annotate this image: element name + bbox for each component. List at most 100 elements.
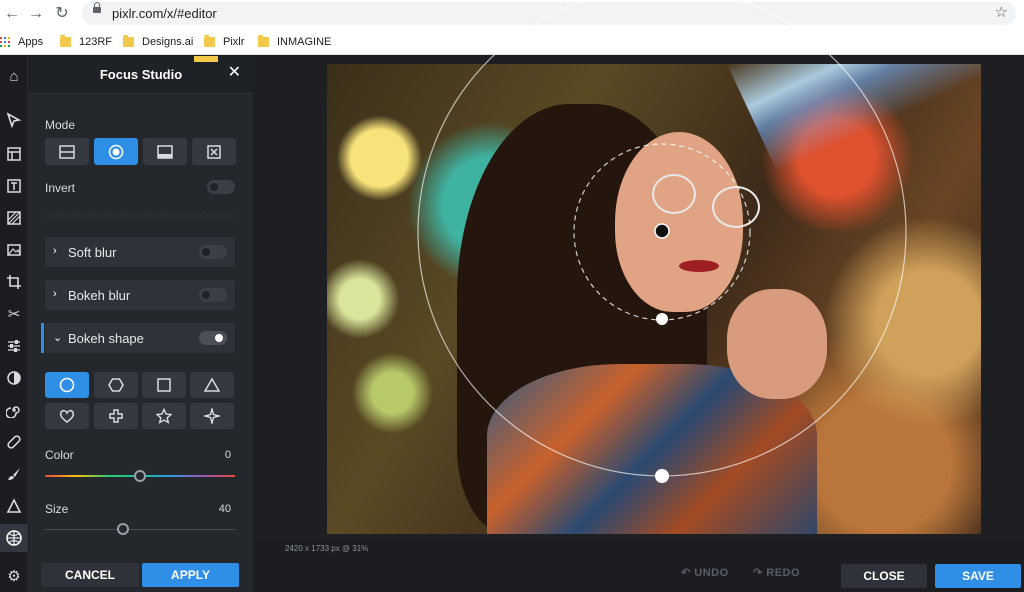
lock-icon	[93, 2, 101, 13]
photo-glasses-left	[652, 174, 696, 214]
neon-light	[727, 64, 981, 173]
shape-circle-button[interactable]	[45, 372, 89, 398]
home-icon[interactable]: ⌂	[0, 62, 28, 90]
settings-gear-icon[interactable]: ⚙	[0, 562, 28, 590]
focus-tool-icon[interactable]	[0, 524, 28, 552]
bookmarks-bar: Apps 123RF Designs.ai Pixlr INMAGINE	[0, 28, 1024, 55]
liquify-tool-icon[interactable]	[0, 396, 28, 424]
shape-triangle-button[interactable]	[190, 372, 234, 398]
url-text: pixlr.com/x/#editor	[112, 6, 217, 21]
size-value: 40	[218, 503, 231, 515]
active-tab-indicator	[194, 56, 218, 62]
bookmark-label: 123RF	[79, 36, 113, 48]
cancel-button[interactable]: CANCEL	[41, 563, 139, 587]
filter-tool-icon[interactable]	[0, 364, 28, 392]
redo-button[interactable]: ↷ REDO	[753, 566, 800, 579]
bookmark-inmagine[interactable]: INMAGINE	[258, 34, 331, 50]
undo-icon: ↶	[681, 567, 691, 579]
forward-icon[interactable]: →	[26, 4, 46, 24]
layout-tool-icon[interactable]	[0, 140, 28, 168]
shape-heart-button[interactable]	[45, 403, 89, 429]
bottom-action-bar: ↶ UNDO ↷ REDO CLOSE SAVE	[253, 558, 1024, 592]
soft-blur-section[interactable]: › Soft blur	[45, 237, 235, 267]
panel-header: Focus Studio ✕	[29, 56, 253, 94]
crop-tool-icon[interactable]	[0, 268, 28, 296]
size-label: Size	[45, 502, 69, 516]
folder-icon	[60, 35, 71, 47]
bokeh-blur-toggle[interactable]	[199, 288, 227, 302]
apps-grid-icon	[0, 37, 10, 47]
shape-square-button[interactable]	[142, 372, 186, 398]
back-icon[interactable]: ←	[2, 4, 22, 24]
redo-label: REDO	[766, 567, 801, 579]
mode-bottom-button[interactable]	[143, 138, 187, 165]
image-info: 2420 x 1733 px @ 31%	[285, 544, 369, 553]
mode-label: Mode	[45, 118, 76, 132]
photo-glasses-right	[712, 186, 760, 228]
bokeh-blur-section[interactable]: › Bokeh blur	[45, 280, 235, 310]
shape-hexagon-button[interactable]	[94, 372, 138, 398]
bookmark-label: INMAGINE	[277, 36, 332, 48]
close-button[interactable]: CLOSE	[841, 564, 927, 588]
bookmark-123rf[interactable]: 123RF	[60, 34, 112, 50]
save-button[interactable]: SAVE	[935, 564, 1021, 588]
folder-icon	[123, 35, 134, 47]
browser-top-bar: ← → ↻ pixlr.com/x/#editor ☆	[0, 0, 1024, 28]
chevron-down-icon: ⌄	[53, 332, 63, 344]
bookmark-star-icon[interactable]: ☆	[995, 3, 1008, 21]
invert-toggle[interactable]	[207, 180, 235, 194]
mode-radial-button[interactable]	[94, 138, 138, 165]
folder-icon	[204, 35, 215, 47]
text-tool-icon[interactable]	[0, 172, 28, 200]
invert-label: Invert	[45, 181, 76, 195]
undo-label: UNDO	[694, 567, 729, 579]
adjust-tool-icon[interactable]	[0, 332, 28, 360]
size-slider-track[interactable]	[45, 529, 235, 530]
bokeh-shape-label: Bokeh shape	[68, 331, 144, 346]
shape-tool-icon[interactable]	[0, 492, 28, 520]
soft-blur-toggle[interactable]	[199, 245, 227, 259]
color-slider-handle[interactable]	[134, 470, 146, 482]
divider	[45, 211, 235, 219]
bookmark-label: Pixlr	[223, 36, 245, 48]
color-label: Color	[45, 448, 74, 462]
bookmark-pixlr[interactable]: Pixlr	[204, 34, 244, 50]
focus-studio-panel: Focus Studio ✕ Mode Invert › Soft blur ›…	[29, 56, 253, 592]
bookmark-designs-ai[interactable]: Designs.ai	[123, 34, 193, 50]
shape-cross-button[interactable]	[94, 403, 138, 429]
reload-icon[interactable]: ↻	[52, 4, 72, 24]
color-value: 0	[224, 449, 231, 461]
heal-tool-icon[interactable]	[0, 428, 28, 456]
mode-none-button[interactable]	[192, 138, 236, 165]
shape-sparkle-button[interactable]	[190, 403, 234, 429]
mode-linear-button[interactable]	[45, 138, 89, 165]
photo-lips	[679, 260, 719, 272]
brush-tool-icon[interactable]	[0, 460, 28, 488]
bokeh-shape-toggle[interactable]	[199, 331, 227, 345]
chevron-right-icon: ›	[53, 245, 57, 257]
size-slider-handle[interactable]	[117, 523, 129, 535]
panel-title: Focus Studio	[99, 67, 183, 82]
address-bar[interactable]: pixlr.com/x/#editor ☆	[82, 2, 1016, 25]
bookmark-label: Designs.ai	[142, 36, 194, 48]
bokeh-shape-section[interactable]: ⌄ Bokeh shape	[45, 323, 235, 353]
photo-hand	[727, 289, 827, 399]
bookmark-label: Apps	[18, 36, 44, 48]
tool-sidebar: ⌂ ✂ ⚙	[0, 56, 28, 592]
redo-icon: ↷	[753, 567, 763, 579]
status-bar: 2420 x 1733 px @ 31%	[253, 540, 1024, 558]
arrange-tool-icon[interactable]	[0, 106, 28, 134]
soft-blur-label: Soft blur	[68, 245, 117, 260]
bokeh-blur-label: Bokeh blur	[68, 288, 131, 303]
active-section-indicator	[41, 323, 44, 353]
cutout-tool-icon[interactable]: ✂	[0, 300, 28, 328]
shape-star-button[interactable]	[142, 403, 186, 429]
close-icon[interactable]: ✕	[228, 65, 241, 81]
pattern-tool-icon[interactable]	[0, 204, 28, 232]
apply-button[interactable]: APPLY	[142, 563, 239, 587]
image-tool-icon[interactable]	[0, 236, 28, 264]
undo-button[interactable]: ↶ UNDO	[681, 566, 729, 579]
photo-canvas[interactable]	[327, 64, 981, 534]
chevron-right-icon: ›	[53, 288, 57, 300]
bookmark-apps[interactable]: Apps	[0, 34, 43, 50]
